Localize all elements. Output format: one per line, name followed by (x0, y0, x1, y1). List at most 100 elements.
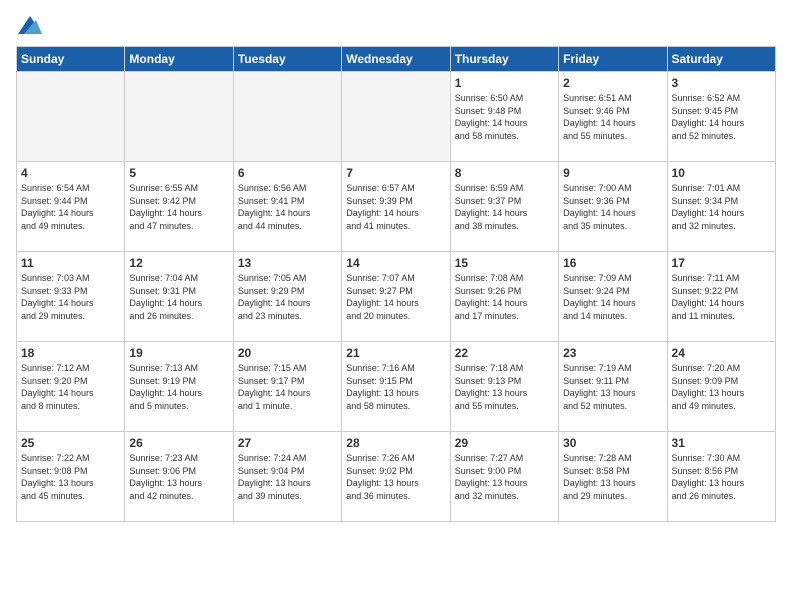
calendar-day-cell: 1Sunrise: 6:50 AM Sunset: 9:48 PM Daylig… (450, 72, 558, 162)
day-of-week-header: Monday (125, 47, 233, 72)
day-number: 27 (238, 436, 337, 450)
day-number: 19 (129, 346, 228, 360)
day-number: 10 (672, 166, 771, 180)
day-number: 26 (129, 436, 228, 450)
day-info: Sunrise: 7:23 AM Sunset: 9:06 PM Dayligh… (129, 452, 228, 502)
calendar-day-cell: 10 Sunrise: 7:01 AM Sunset: 9:34 PM Dayli… (667, 162, 775, 252)
calendar-day-cell: 7 Sunrise: 6:57 AM Sunset: 9:39 PM Daylig… (342, 162, 450, 252)
day-of-week-header: Wednesday (342, 47, 450, 72)
day-info: Sunrise: 7:01 AM Sunset: 9:34 PM Dayligh… (672, 182, 771, 232)
day-number: 18 (21, 346, 120, 360)
day-number: 4 (21, 166, 120, 180)
calendar-day-cell (125, 72, 233, 162)
day-info: Sunrise: 7:22 AM Sunset: 9:08 PM Dayligh… (21, 452, 120, 502)
calendar-week-row: 4 Sunrise: 6:54 AM Sunset: 9:44 PM Daylig… (17, 162, 776, 252)
day-number: 9 (563, 166, 662, 180)
calendar-body: 1Sunrise: 6:50 AM Sunset: 9:48 PM Daylig… (17, 72, 776, 522)
calendar-day-cell: 19Sunrise: 7:13 AM Sunset: 9:19 PM Dayli… (125, 342, 233, 432)
day-number: 13 (238, 256, 337, 270)
day-info: Sunrise: 7:15 AM Sunset: 9:17 PM Dayligh… (238, 362, 337, 412)
day-number: 6 (238, 166, 337, 180)
calendar-day-cell: 8Sunrise: 6:59 AM Sunset: 9:37 PM Daylig… (450, 162, 558, 252)
day-number: 2 (563, 76, 662, 90)
calendar-day-cell: 12Sunrise: 7:04 AM Sunset: 9:31 PM Dayli… (125, 252, 233, 342)
calendar-week-row: 18 Sunrise: 7:12 AM Sunset: 9:20 PM Dayli… (17, 342, 776, 432)
day-of-week-header: Saturday (667, 47, 775, 72)
day-info: Sunrise: 6:52 AM Sunset: 9:45 PM Dayligh… (672, 92, 771, 142)
day-of-week-header: Friday (559, 47, 667, 72)
day-info: Sunrise: 7:28 AM Sunset: 8:58 PM Dayligh… (563, 452, 662, 502)
day-info: Sunrise: 7:08 AM Sunset: 9:26 PM Dayligh… (455, 272, 554, 322)
day-info: Sunrise: 7:07 AM Sunset: 9:27 PM Dayligh… (346, 272, 445, 322)
day-info: Sunrise: 7:24 AM Sunset: 9:04 PM Dayligh… (238, 452, 337, 502)
calendar-day-cell: 4 Sunrise: 6:54 AM Sunset: 9:44 PM Daylig… (17, 162, 125, 252)
calendar-day-cell: 2 Sunrise: 6:51 AM Sunset: 9:46 PM Daylig… (559, 72, 667, 162)
calendar-day-cell: 27 Sunrise: 7:24 AM Sunset: 9:04 PM Dayli… (233, 432, 341, 522)
day-number: 7 (346, 166, 445, 180)
day-number: 31 (672, 436, 771, 450)
calendar-day-cell: 26 Sunrise: 7:23 AM Sunset: 9:06 PM Dayli… (125, 432, 233, 522)
day-number: 14 (346, 256, 445, 270)
day-number: 24 (672, 346, 771, 360)
calendar-day-cell: 25 Sunrise: 7:22 AM Sunset: 9:08 PM Dayli… (17, 432, 125, 522)
day-info: Sunrise: 7:19 AM Sunset: 9:11 PM Dayligh… (563, 362, 662, 412)
calendar-day-cell (17, 72, 125, 162)
day-number: 3 (672, 76, 771, 90)
calendar-day-cell (233, 72, 341, 162)
calendar-day-cell: 6 Sunrise: 6:56 AM Sunset: 9:41 PM Daylig… (233, 162, 341, 252)
calendar-day-cell: 15Sunrise: 7:08 AM Sunset: 9:26 PM Dayli… (450, 252, 558, 342)
day-info: Sunrise: 7:00 AM Sunset: 9:36 PM Dayligh… (563, 182, 662, 232)
day-info: Sunrise: 6:51 AM Sunset: 9:46 PM Dayligh… (563, 92, 662, 142)
calendar-day-cell: 3 Sunrise: 6:52 AM Sunset: 9:45 PM Daylig… (667, 72, 775, 162)
day-info: Sunrise: 6:54 AM Sunset: 9:44 PM Dayligh… (21, 182, 120, 232)
day-info: Sunrise: 7:04 AM Sunset: 9:31 PM Dayligh… (129, 272, 228, 322)
calendar-day-cell: 31 Sunrise: 7:30 AM Sunset: 8:56 PM Dayli… (667, 432, 775, 522)
day-number: 21 (346, 346, 445, 360)
day-of-week-header: Thursday (450, 47, 558, 72)
day-info: Sunrise: 7:30 AM Sunset: 8:56 PM Dayligh… (672, 452, 771, 502)
day-number: 30 (563, 436, 662, 450)
page-header (16, 16, 776, 34)
calendar-week-row: 1Sunrise: 6:50 AM Sunset: 9:48 PM Daylig… (17, 72, 776, 162)
calendar-day-cell: 24 Sunrise: 7:20 AM Sunset: 9:09 PM Dayli… (667, 342, 775, 432)
day-info: Sunrise: 6:55 AM Sunset: 9:42 PM Dayligh… (129, 182, 228, 232)
day-of-week-header: Tuesday (233, 47, 341, 72)
day-info: Sunrise: 7:20 AM Sunset: 9:09 PM Dayligh… (672, 362, 771, 412)
day-number: 29 (455, 436, 554, 450)
calendar-day-cell: 22 Sunrise: 7:18 AM Sunset: 9:13 PM Dayli… (450, 342, 558, 432)
calendar-day-cell: 18 Sunrise: 7:12 AM Sunset: 9:20 PM Dayli… (17, 342, 125, 432)
day-number: 20 (238, 346, 337, 360)
day-number: 23 (563, 346, 662, 360)
calendar-week-row: 25 Sunrise: 7:22 AM Sunset: 9:08 PM Dayli… (17, 432, 776, 522)
calendar-day-cell: 9 Sunrise: 7:00 AM Sunset: 9:36 PM Daylig… (559, 162, 667, 252)
calendar-day-cell: 21 Sunrise: 7:16 AM Sunset: 9:15 PM Dayli… (342, 342, 450, 432)
day-of-week-header: Sunday (17, 47, 125, 72)
day-info: Sunrise: 7:12 AM Sunset: 9:20 PM Dayligh… (21, 362, 120, 412)
calendar-day-cell: 30 Sunrise: 7:28 AM Sunset: 8:58 PM Dayli… (559, 432, 667, 522)
day-info: Sunrise: 6:57 AM Sunset: 9:39 PM Dayligh… (346, 182, 445, 232)
calendar-table: SundayMondayTuesdayWednesdayThursdayFrid… (16, 46, 776, 522)
calendar-day-cell: 11Sunrise: 7:03 AM Sunset: 9:33 PM Dayli… (17, 252, 125, 342)
calendar-day-cell: 29Sunrise: 7:27 AM Sunset: 9:00 PM Dayli… (450, 432, 558, 522)
day-info: Sunrise: 7:26 AM Sunset: 9:02 PM Dayligh… (346, 452, 445, 502)
day-info: Sunrise: 6:50 AM Sunset: 9:48 PM Dayligh… (455, 92, 554, 142)
day-info: Sunrise: 7:11 AM Sunset: 9:22 PM Dayligh… (672, 272, 771, 322)
day-number: 25 (21, 436, 120, 450)
calendar-day-cell (342, 72, 450, 162)
day-info: Sunrise: 6:56 AM Sunset: 9:41 PM Dayligh… (238, 182, 337, 232)
calendar-day-cell: 13Sunrise: 7:05 AM Sunset: 9:29 PM Dayli… (233, 252, 341, 342)
day-info: Sunrise: 6:59 AM Sunset: 9:37 PM Dayligh… (455, 182, 554, 232)
day-number: 22 (455, 346, 554, 360)
day-info: Sunrise: 7:09 AM Sunset: 9:24 PM Dayligh… (563, 272, 662, 322)
day-info: Sunrise: 7:18 AM Sunset: 9:13 PM Dayligh… (455, 362, 554, 412)
calendar-day-cell: 23 Sunrise: 7:19 AM Sunset: 9:11 PM Dayli… (559, 342, 667, 432)
calendar-day-cell: 20 Sunrise: 7:15 AM Sunset: 9:17 PM Dayli… (233, 342, 341, 432)
calendar-day-cell: 17Sunrise: 7:11 AM Sunset: 9:22 PM Dayli… (667, 252, 775, 342)
calendar-header-row: SundayMondayTuesdayWednesdayThursdayFrid… (17, 47, 776, 72)
day-number: 16 (563, 256, 662, 270)
calendar-day-cell: 28Sunrise: 7:26 AM Sunset: 9:02 PM Dayli… (342, 432, 450, 522)
logo (16, 16, 42, 34)
calendar-day-cell: 14 Sunrise: 7:07 AM Sunset: 9:27 PM Dayli… (342, 252, 450, 342)
day-info: Sunrise: 7:16 AM Sunset: 9:15 PM Dayligh… (346, 362, 445, 412)
calendar-day-cell: 16 Sunrise: 7:09 AM Sunset: 9:24 PM Dayli… (559, 252, 667, 342)
